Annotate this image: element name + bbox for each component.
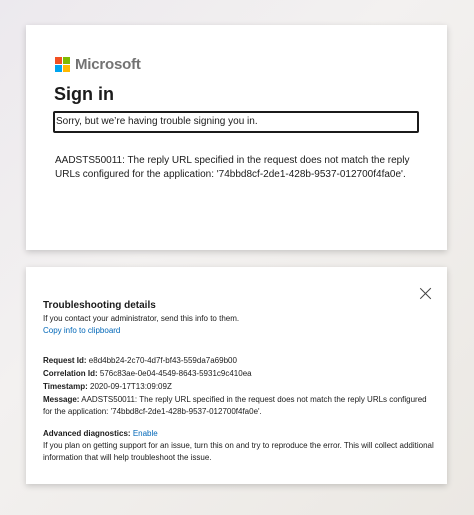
request-id-row: Request Id: e8d4bb24-2c70-4d7f-bf43-559d… <box>43 355 435 367</box>
diagnostics-label: Advanced diagnostics: <box>43 429 131 438</box>
correlation-id-label: Correlation Id: <box>43 369 98 378</box>
copy-info-link[interactable]: Copy info to clipboard <box>43 326 120 335</box>
troubleshooting-title: Troubleshooting details <box>43 300 156 311</box>
brand-name: Microsoft <box>75 56 141 73</box>
error-detail: AADSTS50011: The reply URL specified in … <box>55 155 410 180</box>
logo-square-yellow <box>63 65 70 72</box>
advanced-diagnostics: Advanced diagnostics: Enable If you plan… <box>43 428 435 464</box>
troubleshooting-card: Troubleshooting details If you contact y… <box>26 267 447 484</box>
timestamp-value: 2020-09-17T13:09:09Z <box>90 382 172 391</box>
request-id-label: Request Id: <box>43 356 87 365</box>
message-value: AADSTS50011: The reply URL specified in … <box>43 395 427 416</box>
microsoft-logo: Microsoft <box>55 56 141 73</box>
page-title: Sign in <box>54 84 114 104</box>
error-message: Sorry, but we’re having trouble signing … <box>53 111 419 133</box>
close-icon[interactable] <box>419 287 432 300</box>
request-id-value: e8d4bb24-2c70-4d7f-bf43-559da7a69b00 <box>88 356 237 365</box>
correlation-id-value: 576c83ae-0e04-4549-8643-5931c9c410ea <box>99 369 252 378</box>
timestamp-label: Timestamp: <box>43 382 88 391</box>
correlation-id-row: Correlation Id: 576c83ae-0e04-4549-8643-… <box>43 368 435 380</box>
diagnostics-text: If you plan on getting support for an is… <box>43 441 434 462</box>
troubleshooting-intro: If you contact your administrator, send … <box>43 314 240 323</box>
logo-square-red <box>55 57 62 64</box>
sign-in-card: Microsoft Sign in Sorry, but we’re havin… <box>26 25 447 250</box>
logo-square-green <box>63 57 70 64</box>
logo-square-blue <box>55 65 62 72</box>
troubleshooting-details: Request Id: e8d4bb24-2c70-4d7f-bf43-559d… <box>43 355 435 419</box>
message-row: Message: AADSTS50011: The reply URL spec… <box>43 394 435 418</box>
enable-diagnostics-link[interactable]: Enable <box>133 429 158 438</box>
diagnostics-header: Advanced diagnostics: Enable <box>43 428 435 440</box>
message-label: Message: <box>43 395 80 404</box>
timestamp-row: Timestamp: 2020-09-17T13:09:09Z <box>43 381 435 393</box>
microsoft-logo-icon <box>55 57 70 72</box>
